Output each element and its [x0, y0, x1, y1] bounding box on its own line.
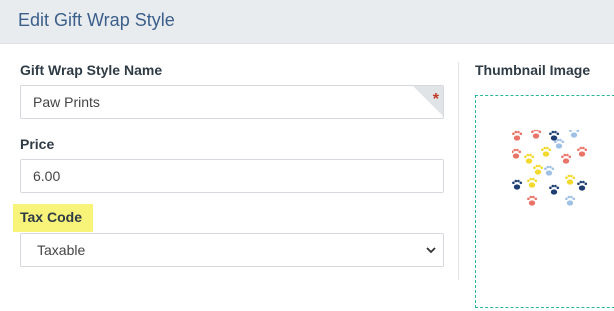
required-asterisk-icon: * [432, 91, 439, 108]
thumbnail-dropzone[interactable] [475, 95, 614, 308]
chevron-down-icon [426, 247, 436, 254]
page-title: Edit Gift Wrap Style [18, 10, 175, 30]
price-value: 6.00 [33, 168, 61, 184]
gift-wrap-style-name-input[interactable]: Paw Prints * [20, 85, 444, 119]
tax-code-label: Tax Code [20, 209, 82, 225]
price-label: Price [20, 136, 55, 152]
price-input[interactable]: 6.00 [20, 159, 444, 193]
column-divider [458, 62, 459, 280]
page-header: Edit Gift Wrap Style [0, 0, 614, 44]
thumbnail-image-label: Thumbnail Image [475, 62, 591, 78]
tax-code-select[interactable]: Taxable [20, 233, 444, 267]
gift-wrap-style-name-label: Gift Wrap Style Name [20, 62, 163, 78]
paw-prints-thumbnail-image [512, 130, 588, 206]
gift-wrap-style-name-value: Paw Prints [33, 94, 100, 110]
tax-code-selected-value: Taxable [37, 242, 86, 258]
